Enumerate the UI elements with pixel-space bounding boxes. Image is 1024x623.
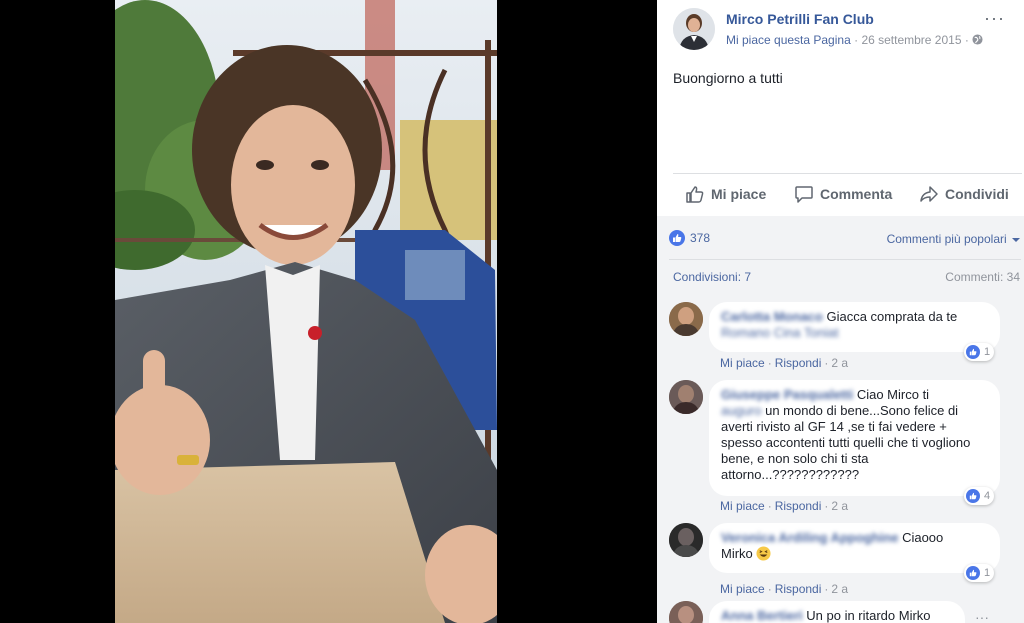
comment-actions: Mi piace · Rispondi · 2 a (720, 356, 848, 370)
comment-reactions[interactable]: 1 (964, 564, 995, 582)
page-avatar[interactable] (673, 8, 715, 50)
comment-reply-link[interactable]: Rispondi (775, 582, 822, 596)
comment-sort-dropdown[interactable]: Commenti più popolari (887, 232, 1020, 246)
commenter-avatar[interactable] (669, 302, 703, 336)
like-reaction-icon (966, 566, 980, 580)
person-avatar-icon (669, 523, 703, 557)
comment-reactions[interactable]: 4 (964, 487, 995, 505)
comment-reply-link[interactable]: Rispondi (775, 356, 822, 370)
dot-separator: · (767, 499, 772, 513)
post-photo[interactable] (115, 0, 497, 623)
photo-image (115, 0, 497, 623)
comment-text-line1: Ciaooo (902, 530, 944, 545)
globe-icon (972, 34, 983, 45)
comment-options-icon[interactable]: ··· (975, 609, 989, 623)
share-icon (920, 186, 938, 202)
commenter-avatar[interactable] (669, 523, 703, 557)
post-date[interactable]: 26 settembre 2015 (861, 33, 961, 47)
divider (669, 259, 1021, 260)
more-options-button[interactable]: ··· (984, 8, 1005, 29)
like-reaction-icon (966, 489, 980, 503)
person-avatar-icon (669, 302, 703, 336)
comments-count: Commenti: 34 (945, 270, 1020, 284)
comment-reaction-count: 1 (984, 567, 991, 579)
post-header: Mirco Petrilli Fan Club Mi piace questa … (673, 8, 1013, 58)
reactions-summary[interactable]: 378 (669, 230, 710, 246)
commenter-name[interactable]: Veronica Ardiling Appoghine (721, 530, 898, 545)
commenter-name[interactable]: Anna Bertieri (721, 608, 803, 623)
comment-button[interactable]: Commenta (794, 184, 892, 204)
dot-separator: · (824, 356, 829, 370)
comment-reactions[interactable]: 1 (964, 343, 995, 361)
comment-text-line2: Mirko (721, 546, 753, 561)
comment-text-blurred: auguro (721, 403, 762, 418)
person-avatar-icon (669, 601, 703, 623)
post-actions: Mi piace Commenta Condividi (673, 174, 1022, 216)
commenter-name[interactable]: Carlotta Monaco (721, 309, 823, 324)
laughing-emoji-icon (756, 546, 771, 561)
dot-separator: · (824, 582, 829, 596)
comment-text-rest: averti rivisto al GF 14 ,se ti fai veder… (721, 419, 971, 482)
like-reaction-icon (966, 345, 980, 359)
commenter-avatar[interactable] (669, 601, 703, 623)
comment-age[interactable]: 2 a (831, 499, 848, 513)
comment-age[interactable]: 2 a (831, 356, 848, 370)
comment-reaction-count: 1 (984, 346, 991, 358)
post-text: Buongiorno a tutti (673, 70, 783, 86)
comment-bubble: Giuseppe Pasqualetti Ciao Mirco ti augur… (709, 380, 1000, 496)
comment-bubble: Anna Bertieri Un po in ritardo Mirko (709, 601, 965, 623)
comment-bubble: Veronica Ardiling Appoghine Ciaooo Mirko (709, 523, 1000, 573)
page-name-link[interactable]: Mirco Petrilli Fan Club (726, 11, 874, 27)
comment-like-link[interactable]: Mi piace (720, 582, 765, 596)
commenter-name[interactable]: Giuseppe Pasqualetti (721, 387, 853, 402)
person-avatar-icon (673, 8, 715, 50)
share-button-label: Condividi (945, 186, 1009, 202)
thumbs-up-icon (686, 186, 704, 203)
post-meta: Mi piace questa Pagina · 26 settembre 20… (726, 33, 983, 47)
comment-actions: Mi piace · Rispondi · 2 a (720, 499, 848, 513)
dot-separator: · (767, 356, 772, 370)
chevron-down-icon (1012, 238, 1020, 242)
comment-like-link[interactable]: Mi piace (720, 499, 765, 513)
meta-separator-2: · (964, 33, 969, 47)
dot-separator: · (767, 582, 772, 596)
photo-viewer (0, 0, 657, 623)
comment-text-line1: Ciao Mirco ti (856, 387, 930, 402)
person-avatar-icon (669, 380, 703, 414)
like-button[interactable]: Mi piace (685, 184, 766, 204)
like-page-link[interactable]: Mi piace questa Pagina (726, 33, 851, 47)
post-panel: Mirco Petrilli Fan Club Mi piace questa … (657, 0, 1024, 623)
comment-text: Un po in ritardo Mirko (806, 608, 931, 623)
comment-reaction-count: 4 (984, 490, 991, 502)
comment-age[interactable]: 2 a (831, 582, 848, 596)
commenter-name-line2: Romano Cina Toniat (721, 325, 839, 340)
comments-area: 378 Commenti più popolari Condivisioni: … (657, 216, 1024, 623)
sort-label: Commenti più popolari (886, 232, 1007, 246)
comment-text-line2: un mondo di bene...Sono felice di (761, 403, 959, 418)
meta-separator: · (854, 33, 859, 47)
like-button-label: Mi piace (711, 186, 767, 202)
comment-icon (795, 186, 813, 203)
commenter-avatar[interactable] (669, 380, 703, 414)
dot-separator: · (824, 499, 829, 513)
shares-count-link[interactable]: Condivisioni: 7 (673, 270, 751, 284)
reactions-count: 378 (690, 231, 711, 245)
share-button[interactable]: Condividi (919, 184, 1009, 204)
comment-reply-link[interactable]: Rispondi (775, 499, 822, 513)
comment-text: Giacca comprata da te (826, 309, 958, 324)
comment-like-link[interactable]: Mi piace (720, 356, 765, 370)
comment-actions: Mi piace · Rispondi · 2 a (720, 582, 848, 596)
like-reaction-icon (669, 230, 685, 246)
comment-button-label: Commenta (820, 186, 893, 202)
comment-bubble: Carlotta Monaco Giacca comprata da te Ro… (709, 302, 1000, 352)
